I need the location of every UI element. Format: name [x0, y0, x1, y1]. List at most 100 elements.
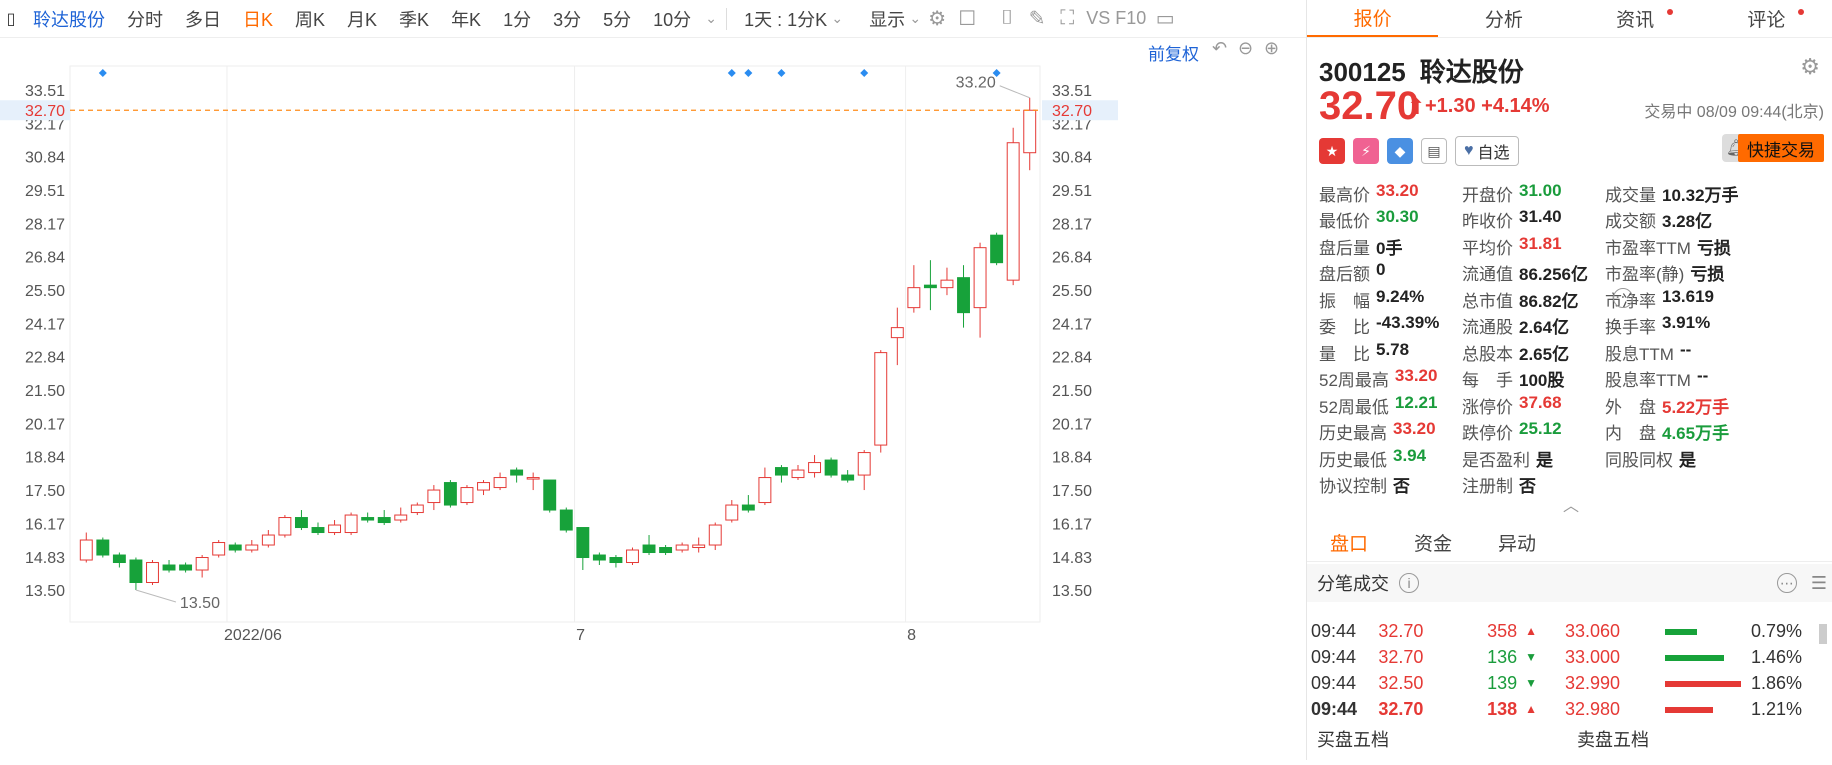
f10-button[interactable]: VS F10	[1082, 8, 1150, 29]
quote-field-value: 亏损	[1696, 238, 1731, 258]
order-bar	[1665, 647, 1725, 668]
quote-tab[interactable]: 资讯	[1570, 0, 1701, 37]
period-tab[interactable]: 10分	[642, 6, 702, 32]
quote-field-value: 31.81	[1519, 233, 1562, 253]
quote-tab[interactable]: 报价	[1307, 0, 1439, 37]
interval-select[interactable]: 1天 : 1分K	[733, 6, 838, 32]
quote-field: 平均价 31.81	[1462, 234, 1605, 259]
y-tick-label-right: 25.50	[1052, 283, 1092, 300]
quote-tabs: 报价 分析 资讯 评论	[1307, 0, 1832, 38]
period-tab[interactable]: 月K	[336, 6, 388, 32]
panel-toggle-icon[interactable]: ▭	[1150, 4, 1180, 34]
price-change: +1.30 +4.14%	[1425, 95, 1550, 117]
flash-icon[interactable]: ⚡	[1353, 138, 1379, 164]
order-bar	[1665, 673, 1741, 694]
quote-row: 盘后额 0 流通值 86.256亿 市盈率(静) 亏损	[1319, 260, 1829, 287]
candle-down	[112, 554, 126, 564]
add-watchlist-button[interactable]: ♥ 自选	[1455, 136, 1519, 166]
period-tab[interactable]: 5分	[592, 6, 642, 32]
period-tab[interactable]: 分时	[116, 6, 174, 32]
gear-icon[interactable]: ⚙	[922, 4, 952, 34]
sidebar-toggle-icon[interactable]: ▯	[0, 4, 22, 34]
candle-down	[609, 557, 623, 564]
y-tick-label: 14.83	[25, 550, 65, 567]
quote-field-value: 0手	[1376, 238, 1403, 258]
more-icon[interactable]: ⋯	[1613, 288, 1633, 308]
tick-time: 09:44	[1311, 698, 1358, 719]
period-tab[interactable]: 周K	[284, 6, 336, 32]
quote-field: 股息TTM --	[1605, 340, 1779, 365]
tick-volume: 358	[1487, 620, 1518, 641]
pencil-icon[interactable]: ✎	[1022, 4, 1052, 34]
quote-tab[interactable]: 分析	[1438, 0, 1569, 37]
quote-field-label: 委 比	[1319, 318, 1370, 338]
quote-field-label: 流通值	[1462, 265, 1513, 285]
quote-field: 流通值 86.256亿	[1462, 260, 1605, 285]
chevron-down-icon[interactable]: ⌄	[702, 4, 720, 34]
period-tab[interactable]: 日K	[232, 6, 284, 32]
list-icon[interactable]: ☰	[1811, 573, 1827, 594]
tick-time: 09:44	[1311, 672, 1357, 693]
candle-up	[344, 514, 358, 534]
candle-up	[394, 514, 408, 521]
chevron-down-icon[interactable]: ⌄	[830, 4, 844, 34]
zoom-in-icon[interactable]: ⊕	[1264, 38, 1279, 59]
info-icon[interactable]: i	[1399, 573, 1419, 593]
quote-field-value: --	[1696, 366, 1709, 386]
depth-tab[interactable]: 盘口	[1307, 524, 1391, 561]
reset-icon[interactable]: ↶	[1212, 38, 1227, 59]
quote-tab[interactable]: 评论	[1701, 0, 1832, 37]
candle-down	[361, 517, 375, 521]
quote-field: 同股同权是	[1605, 446, 1779, 471]
quote-field-label: 52周最高	[1319, 371, 1389, 391]
zoom-out-icon[interactable]: ⊖	[1238, 38, 1253, 59]
quote-tab-label: 报价	[1353, 9, 1392, 30]
adjust-price-button[interactable]: 前复权	[1148, 40, 1199, 65]
scrollbar[interactable]	[1819, 624, 1827, 644]
china-flag-icon[interactable]: ★	[1319, 138, 1345, 164]
ticks-header: 分笔成交 i ⋯ ☰	[1307, 564, 1832, 602]
quote-field-value: 25.12	[1519, 419, 1562, 439]
current-price-tag-right: 32.70	[1052, 103, 1092, 120]
order-price: 33.060	[1565, 620, 1621, 641]
quote-field: 股息率TTM --	[1605, 366, 1779, 391]
quote-field-value: 否	[1393, 477, 1410, 497]
more-icon[interactable]: ⋯	[1776, 573, 1797, 593]
y-tick-label-right: 26.84	[1052, 250, 1092, 267]
note-icon[interactable]: ▤	[1421, 138, 1447, 164]
tag-icon[interactable]: ◆	[1387, 138, 1413, 164]
candle-down	[162, 564, 176, 571]
quote-field: 涨停价 37.68	[1462, 393, 1605, 418]
gear-icon[interactable]: ⚙	[1800, 54, 1820, 80]
y-tick-label: 33.51	[25, 83, 65, 100]
quote-field-label: 注册制	[1462, 477, 1513, 497]
camera-icon[interactable]: ⌷	[992, 4, 1022, 34]
candlestick-chart[interactable]: 2022/06 7 8 33.51 33.51 32.17 32.17 30.84 30.84 2…	[0, 38, 1306, 760]
candle-up	[427, 489, 441, 504]
candle-up	[1006, 142, 1020, 281]
quote-field-value: 33.20	[1394, 366, 1438, 386]
period-tab[interactable]: 多日	[174, 6, 232, 32]
depth-tab[interactable]: 异动	[1475, 524, 1559, 561]
stock-name-link[interactable]: 聆达股份	[22, 6, 116, 32]
quick-trade-button[interactable]: 快捷交易	[1738, 134, 1824, 162]
period-tab[interactable]: 季K	[388, 6, 440, 32]
candle-down	[592, 554, 606, 561]
period-tab[interactable]: 3分	[542, 6, 592, 32]
candle-up	[907, 287, 921, 309]
period-tab[interactable]: 1分	[492, 6, 542, 32]
quote-field-label: 量 比	[1319, 344, 1370, 364]
candle-up	[791, 469, 805, 479]
collapse-icon[interactable]: ︿	[1563, 492, 1579, 516]
depth-tab[interactable]: 资金	[1391, 524, 1475, 561]
color-box-icon[interactable]: ☐	[952, 4, 982, 34]
quote-field-label: 内 盘	[1605, 424, 1656, 444]
chart-canvas[interactable]: 2022/06 7 833.51 33.5132.17 32.1730.84 30.842…	[0, 38, 1306, 760]
quote-field-value: 100股	[1519, 371, 1565, 391]
candle-up	[477, 482, 490, 491]
order-price: 32.990	[1565, 672, 1621, 693]
fullscreen-icon[interactable]: ⛶	[1052, 4, 1082, 34]
period-tab[interactable]: 年K	[440, 6, 492, 32]
quote-field-label: 总市值	[1462, 291, 1513, 311]
chevron-down-icon[interactable]: ⌄	[908, 4, 922, 34]
